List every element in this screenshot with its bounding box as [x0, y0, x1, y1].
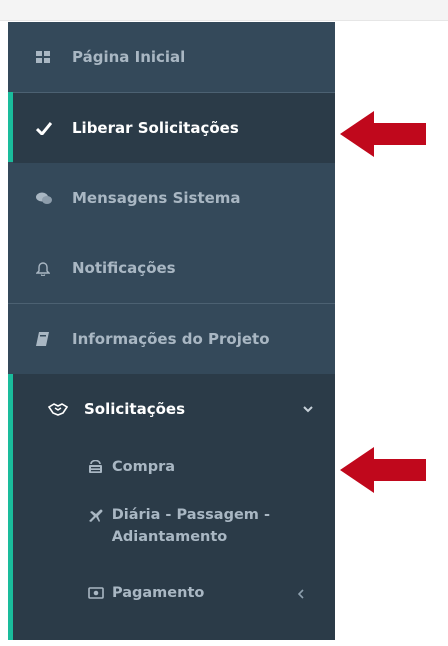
submenu-item-compra[interactable]: Compra — [88, 456, 318, 478]
sidebar-item-informacoes-projeto[interactable]: Informações do Projeto — [8, 304, 335, 374]
chevron-down-icon[interactable] — [303, 402, 313, 416]
sidebar-item-label: Liberar Solicitações — [72, 119, 239, 137]
bell-icon — [36, 261, 58, 276]
sidebar-item-label: Página Inicial — [72, 48, 186, 66]
handshake-icon — [48, 402, 70, 416]
chat-bubbles-icon — [36, 192, 58, 205]
plane-icon — [88, 504, 106, 526]
sidebar-item-label: Mensagens Sistema — [72, 189, 241, 207]
sidebar-item-mensagens-sistema[interactable]: Mensagens Sistema — [8, 163, 335, 233]
submenu-item-pagamento[interactable]: Pagamento — [88, 582, 318, 604]
basket-icon — [88, 456, 106, 478]
chevron-left-icon[interactable] — [297, 584, 304, 606]
submenu-item-label: Pagamento — [112, 585, 205, 601]
red-arrow-pointer-icon — [340, 447, 426, 493]
top-bar — [0, 0, 448, 21]
sidebar-item-solicitacoes[interactable]: Solicitações — [8, 374, 335, 444]
sidebar-item-label: Solicitações — [84, 400, 186, 418]
sidebar: Página Inicial Liberar Solicitações Mens… — [8, 22, 335, 640]
sidebar-group-solicitacoes: Solicitações Compra Diária - Passagem - … — [8, 374, 335, 640]
sidebar-item-notificacoes[interactable]: Notificações — [8, 233, 335, 303]
submenu-item-label: Compra — [112, 459, 176, 475]
submenu-item-diaria-passagem-adiantamento[interactable]: Diária - Passagem - Adiantamento — [88, 504, 318, 548]
sidebar-item-liberar-solicitacoes[interactable]: Liberar Solicitações — [13, 93, 335, 163]
submenu-item-label: Diária - Passagem - Adiantamento — [111, 507, 270, 545]
sidebar-item-pagina-inicial[interactable]: Página Inicial — [8, 22, 335, 92]
money-icon — [88, 582, 106, 604]
sidebar-item-label: Informações do Projeto — [72, 330, 270, 348]
grid-icon — [36, 51, 58, 63]
sidebar-item-label: Notificações — [72, 259, 176, 277]
red-arrow-pointer-icon — [340, 111, 426, 157]
checkmark-icon — [36, 121, 58, 135]
book-icon — [36, 332, 58, 346]
